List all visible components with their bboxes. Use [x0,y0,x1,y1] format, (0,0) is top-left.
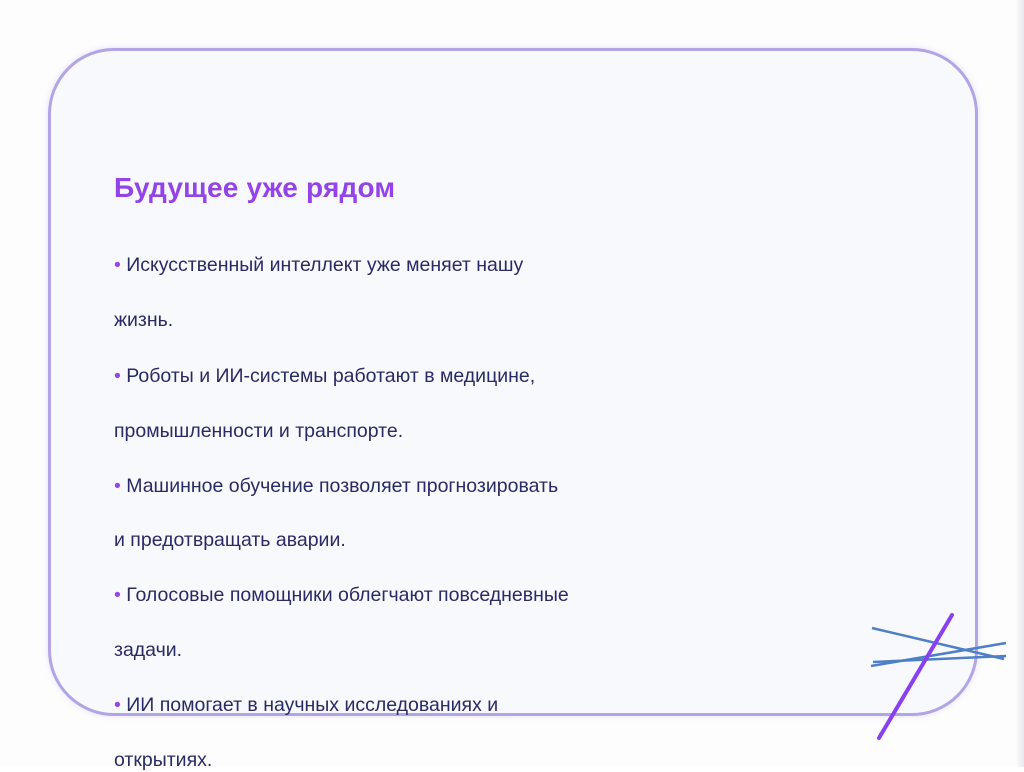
deco-line-blue-3 [872,654,1007,664]
crossed-lines-icon [870,613,1007,740]
